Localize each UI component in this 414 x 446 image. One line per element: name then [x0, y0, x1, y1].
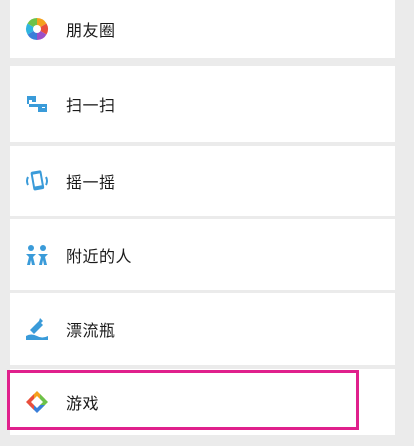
- menu-item-moments[interactable]: 朋友圈: [10, 0, 395, 58]
- menu-item-shake[interactable]: 摇一摇: [10, 146, 395, 216]
- menu-item-scan[interactable]: 扫一扫: [10, 66, 395, 142]
- menu-item-label: 漂流瓶: [66, 321, 116, 340]
- drift-bottle-icon: [24, 316, 50, 342]
- moments-icon: [24, 16, 50, 42]
- games-icon: [24, 389, 50, 415]
- menu-item-drift-bottle[interactable]: 漂流瓶: [10, 293, 395, 365]
- shake-icon: [24, 168, 50, 194]
- menu-item-label: 摇一摇: [66, 173, 116, 192]
- scan-icon: [24, 91, 50, 117]
- menu-item-label: 扫一扫: [66, 96, 116, 115]
- menu-item-label: 朋友圈: [66, 21, 116, 40]
- discover-menu: 朋友圈 扫一扫 摇一摇 附近的人 漂流瓶 游戏: [0, 0, 414, 446]
- menu-item-people-nearby[interactable]: 附近的人: [10, 219, 395, 290]
- menu-item-games[interactable]: 游戏: [10, 369, 395, 435]
- menu-item-label: 游戏: [66, 394, 100, 413]
- people-nearby-icon: [24, 242, 50, 268]
- menu-item-label: 附近的人: [66, 246, 133, 266]
